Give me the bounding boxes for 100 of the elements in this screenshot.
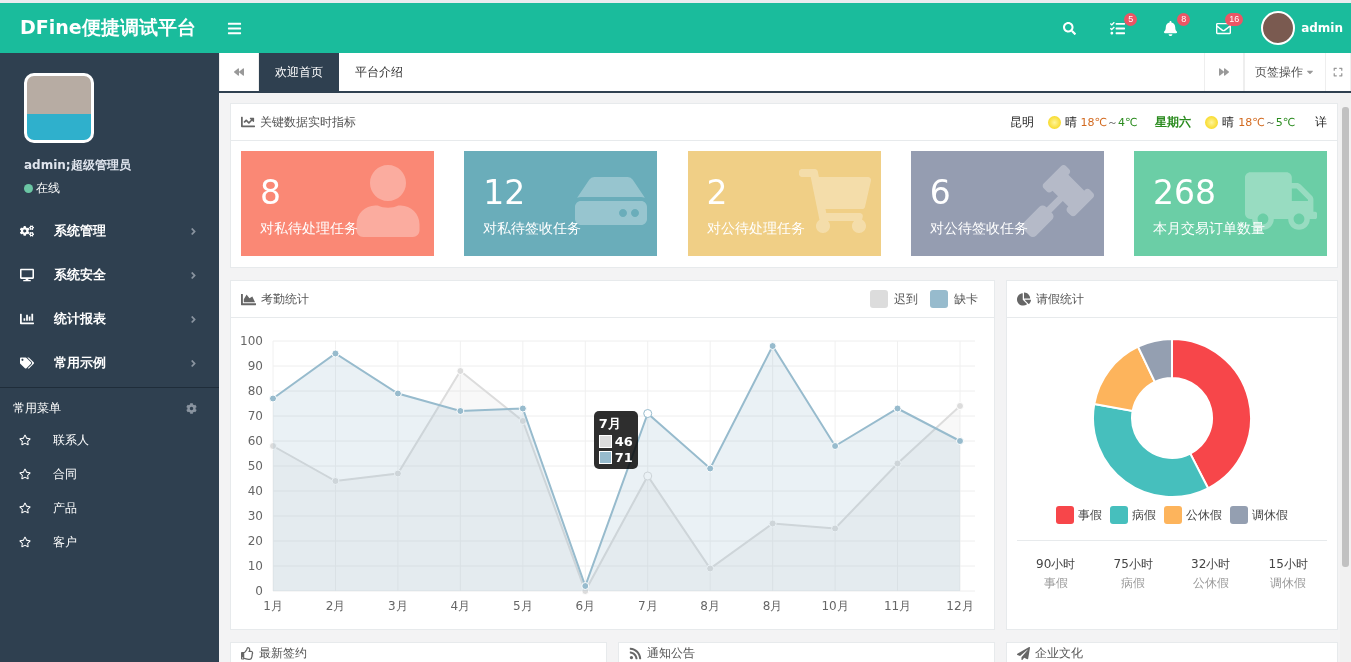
rss-icon <box>629 646 642 660</box>
leave-type-label: 调休假 <box>1270 575 1307 592</box>
count-badge: 16 <box>1225 13 1244 26</box>
axis-tick-label: 2月 <box>325 599 346 613</box>
hours-value: 90小时 <box>1036 556 1076 573</box>
scroll-left-button[interactable] <box>219 53 259 91</box>
area-chart-icon <box>241 291 256 307</box>
legend-label: 事假 <box>1078 506 1102 524</box>
point <box>581 582 590 590</box>
point <box>643 409 653 418</box>
axis-tick-label: 7月 <box>637 599 658 613</box>
axis-tick-label: 40 <box>247 484 263 498</box>
sidebar-menu-item[interactable]: 系统管理 <box>0 209 219 253</box>
city-name: 昆明 <box>1009 113 1034 131</box>
temperature-range: 18℃～5℃ <box>1238 114 1295 130</box>
legend-label: 病假 <box>1132 506 1156 524</box>
axis-tick-label: 20 <box>247 534 263 548</box>
axis-tick-label: 1月 <box>263 599 283 613</box>
stat-label: 对私待签收任务 <box>483 220 583 238</box>
point <box>956 402 964 410</box>
expand-icon <box>1333 67 1343 77</box>
chevron-icon <box>188 269 199 281</box>
sun-icon <box>1047 115 1061 129</box>
sidebar-menu-item[interactable]: 系统安全 <box>0 253 219 297</box>
monitor-icon <box>20 268 34 282</box>
point <box>768 342 777 350</box>
point <box>956 437 964 445</box>
legend-label: 迟到 <box>894 290 918 308</box>
tags-icon <box>20 356 34 370</box>
logo: DFine便捷调试平台 <box>19 15 197 40</box>
photo-placeholder <box>24 73 94 143</box>
weather-text: 晴 <box>1064 113 1077 131</box>
backward-icon <box>234 67 244 77</box>
axis-tick-label: 10 <box>247 559 263 573</box>
leave-type-label: 事假 <box>1043 575 1068 592</box>
favorite-menu-item[interactable]: 产品 <box>0 491 219 525</box>
point <box>518 417 527 425</box>
stat-value: 6 <box>929 173 952 212</box>
forward-icon <box>1219 67 1229 77</box>
sidebar-menu-item[interactable]: 统计报表 <box>0 297 219 341</box>
panel-title: 考勤统计 <box>261 290 309 308</box>
favorite-menu-item[interactable]: 客户 <box>0 525 219 559</box>
chevron-icon <box>188 313 199 325</box>
point <box>456 367 465 375</box>
point <box>331 477 340 485</box>
axis-tick-label: 5月 <box>513 599 533 613</box>
point <box>269 394 277 403</box>
star-icon <box>19 536 31 548</box>
axis-tick-label: 90 <box>247 359 263 373</box>
panel-title: 最新签约 <box>259 644 307 662</box>
status-text: 在线 <box>36 180 60 197</box>
legend-label: 调休假 <box>1252 506 1288 524</box>
weekday: 星期六 <box>1155 113 1192 131</box>
axis-tick-label: 50 <box>247 459 263 473</box>
chevron-icon <box>188 357 199 369</box>
tasks-icon <box>1110 20 1126 36</box>
stat-value: 2 <box>706 173 729 212</box>
axis-tick-label: 6月 <box>575 599 596 613</box>
axis-tick-label: 30 <box>247 509 263 523</box>
star-icon <box>19 502 31 514</box>
point <box>393 389 402 398</box>
point <box>518 404 527 413</box>
line-chart-icon <box>241 115 255 129</box>
axis-tick-label: 8月 <box>762 599 783 613</box>
avatar[interactable] <box>1261 11 1296 45</box>
star-icon <box>19 468 31 480</box>
point <box>706 464 715 473</box>
hours-value: 75小时 <box>1113 556 1153 573</box>
pie-chart-icon <box>1017 292 1031 306</box>
details-link[interactable]: 详 <box>1315 113 1327 131</box>
page-tab[interactable]: 欢迎首页 <box>259 53 339 91</box>
thumbs-up-icon <box>241 646 254 660</box>
axis-tick-label: 12月 <box>946 599 974 613</box>
scroll-right-button[interactable] <box>1204 53 1244 91</box>
axis-tick-label: 70 <box>247 409 263 423</box>
temperature-range: 18℃～4℃ <box>1080 114 1138 130</box>
settings-icon[interactable] <box>186 403 197 414</box>
favorite-menu-item[interactable]: 联系人 <box>0 423 219 457</box>
sidebar-menu-item[interactable]: 常用示例 <box>0 341 219 385</box>
chart-tooltip: 7月 46 71 <box>593 410 638 469</box>
axis-tick-label: 100 <box>240 334 263 348</box>
point <box>893 459 902 468</box>
point <box>643 471 653 481</box>
leave-type-label: 病假 <box>1121 575 1146 592</box>
leave-type-label: 公休假 <box>1192 575 1229 592</box>
axis-tick-label: 60 <box>247 434 263 448</box>
favorite-menu-item[interactable]: 合同 <box>0 457 219 491</box>
axis-tick-label: 3月 <box>388 599 408 613</box>
sun-icon <box>1205 115 1219 129</box>
axis-tick-label: 0 <box>255 584 263 598</box>
weather-text: 晴 <box>1222 113 1235 131</box>
legend-label: 缺卡 <box>954 290 978 308</box>
point <box>831 442 840 450</box>
section-title: 常用菜单 <box>13 400 61 417</box>
panel-title: 请假统计 <box>1036 290 1084 308</box>
fullscreen-button[interactable] <box>1325 53 1351 91</box>
axis-tick-label: 11月 <box>883 599 912 613</box>
gears-icon <box>20 224 34 238</box>
panel-title: 关键数据实时指标 <box>260 113 356 131</box>
point <box>893 404 902 413</box>
